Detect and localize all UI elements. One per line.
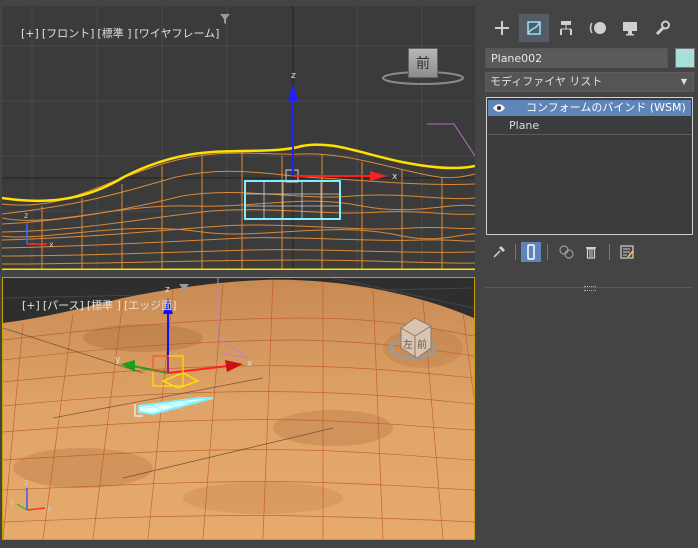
show-end-result-icon [527,244,535,260]
rollout-grip-handle[interactable] [584,286,596,291]
svg-text:x: x [392,172,398,182]
viewcube-left-label: 左 [403,338,413,351]
motion-icon [589,22,606,34]
svg-text:z: z [24,478,28,487]
command-panel: Plane002 モディファイヤ リスト ▼ コンフォームのバインド (WSM)… [481,0,698,548]
viewport-menu-plus[interactable]: [+] [21,27,39,40]
viewport-shading[interactable]: [ワイヤフレーム] [135,27,220,40]
display-icon [623,22,637,36]
stack-item-plane[interactable]: Plane [488,118,691,134]
viewport-preset[interactable]: [標準 ] [87,299,121,312]
pin-stack-button[interactable] [489,242,509,262]
tab-display[interactable] [615,14,645,42]
modify-icon [527,21,541,35]
configure-sets-icon [620,245,634,259]
tab-motion[interactable] [583,14,613,42]
wrench-icon [655,20,670,36]
pin-stack-icon [493,246,505,258]
remove-modifier-button[interactable] [581,242,601,262]
front-viewport-label[interactable]: [+] [フロント] [標準 ] [ワイヤフレーム] [7,12,222,54]
show-end-result-button[interactable] [521,242,541,262]
chevron-down-icon: ▼ [680,77,687,86]
command-panel-tabs [485,14,695,44]
svg-text:y: y [10,497,15,506]
viewport-view-name[interactable]: [パース] [43,299,84,312]
stack-toolbar [485,240,695,264]
viewport-preset[interactable]: [標準 ] [97,27,131,40]
stack-item-conform-binding[interactable]: コンフォームのバインド (WSM) [488,100,691,116]
perspective-viewport[interactable]: z x y z x y 左 前 [+] [パース] [標準 ] [エッジ面] [2,277,475,540]
viewport-view-name[interactable]: [フロント] [42,27,95,40]
filter-icon[interactable] [179,284,189,294]
stack-divider [487,134,692,135]
modifier-stack[interactable]: コンフォームのバインド (WSM) Plane [486,97,693,235]
stack-item-label: コンフォームのバインド (WSM) [526,101,686,114]
tab-utilities[interactable] [647,14,677,42]
hierarchy-icon [560,21,572,35]
svg-text:x: x [47,504,52,513]
viewport-shading[interactable]: [エッジ面] [124,299,177,312]
object-name-field[interactable]: Plane002 [485,48,668,68]
viewcube[interactable]: 前 [408,48,438,78]
tab-modify[interactable] [519,14,549,42]
filter-icon[interactable] [220,14,230,24]
eye-icon[interactable] [492,102,506,114]
stack-item-label: Plane [509,119,540,132]
viewport-menu-plus[interactable]: [+] [22,299,40,312]
tab-create[interactable] [487,14,517,42]
modifier-list-label: モディファイヤ リスト [490,75,603,88]
svg-text:x: x [49,240,54,249]
perspective-viewport-label[interactable]: [+] [パース] [標準 ] [エッジ面] [8,284,180,326]
svg-text:z: z [291,71,296,81]
tab-hierarchy[interactable] [551,14,581,42]
trash-icon [586,247,596,259]
make-unique-icon [559,245,574,259]
modifier-list-dropdown[interactable]: モディファイヤ リスト ▼ [485,72,694,92]
object-color-swatch[interactable] [675,48,695,68]
svg-text:z: z [24,211,28,220]
svg-text:x: x [247,359,253,369]
svg-text:y: y [115,355,121,365]
configure-modifier-sets-button[interactable] [617,242,637,262]
make-unique-button[interactable] [557,242,577,262]
front-viewport[interactable]: z x z x 前 [+] [フロント] [標準 ] [ワイヤフレーム] [2,6,475,270]
plus-icon [495,21,509,35]
viewcube-front-label: 前 [417,338,427,351]
